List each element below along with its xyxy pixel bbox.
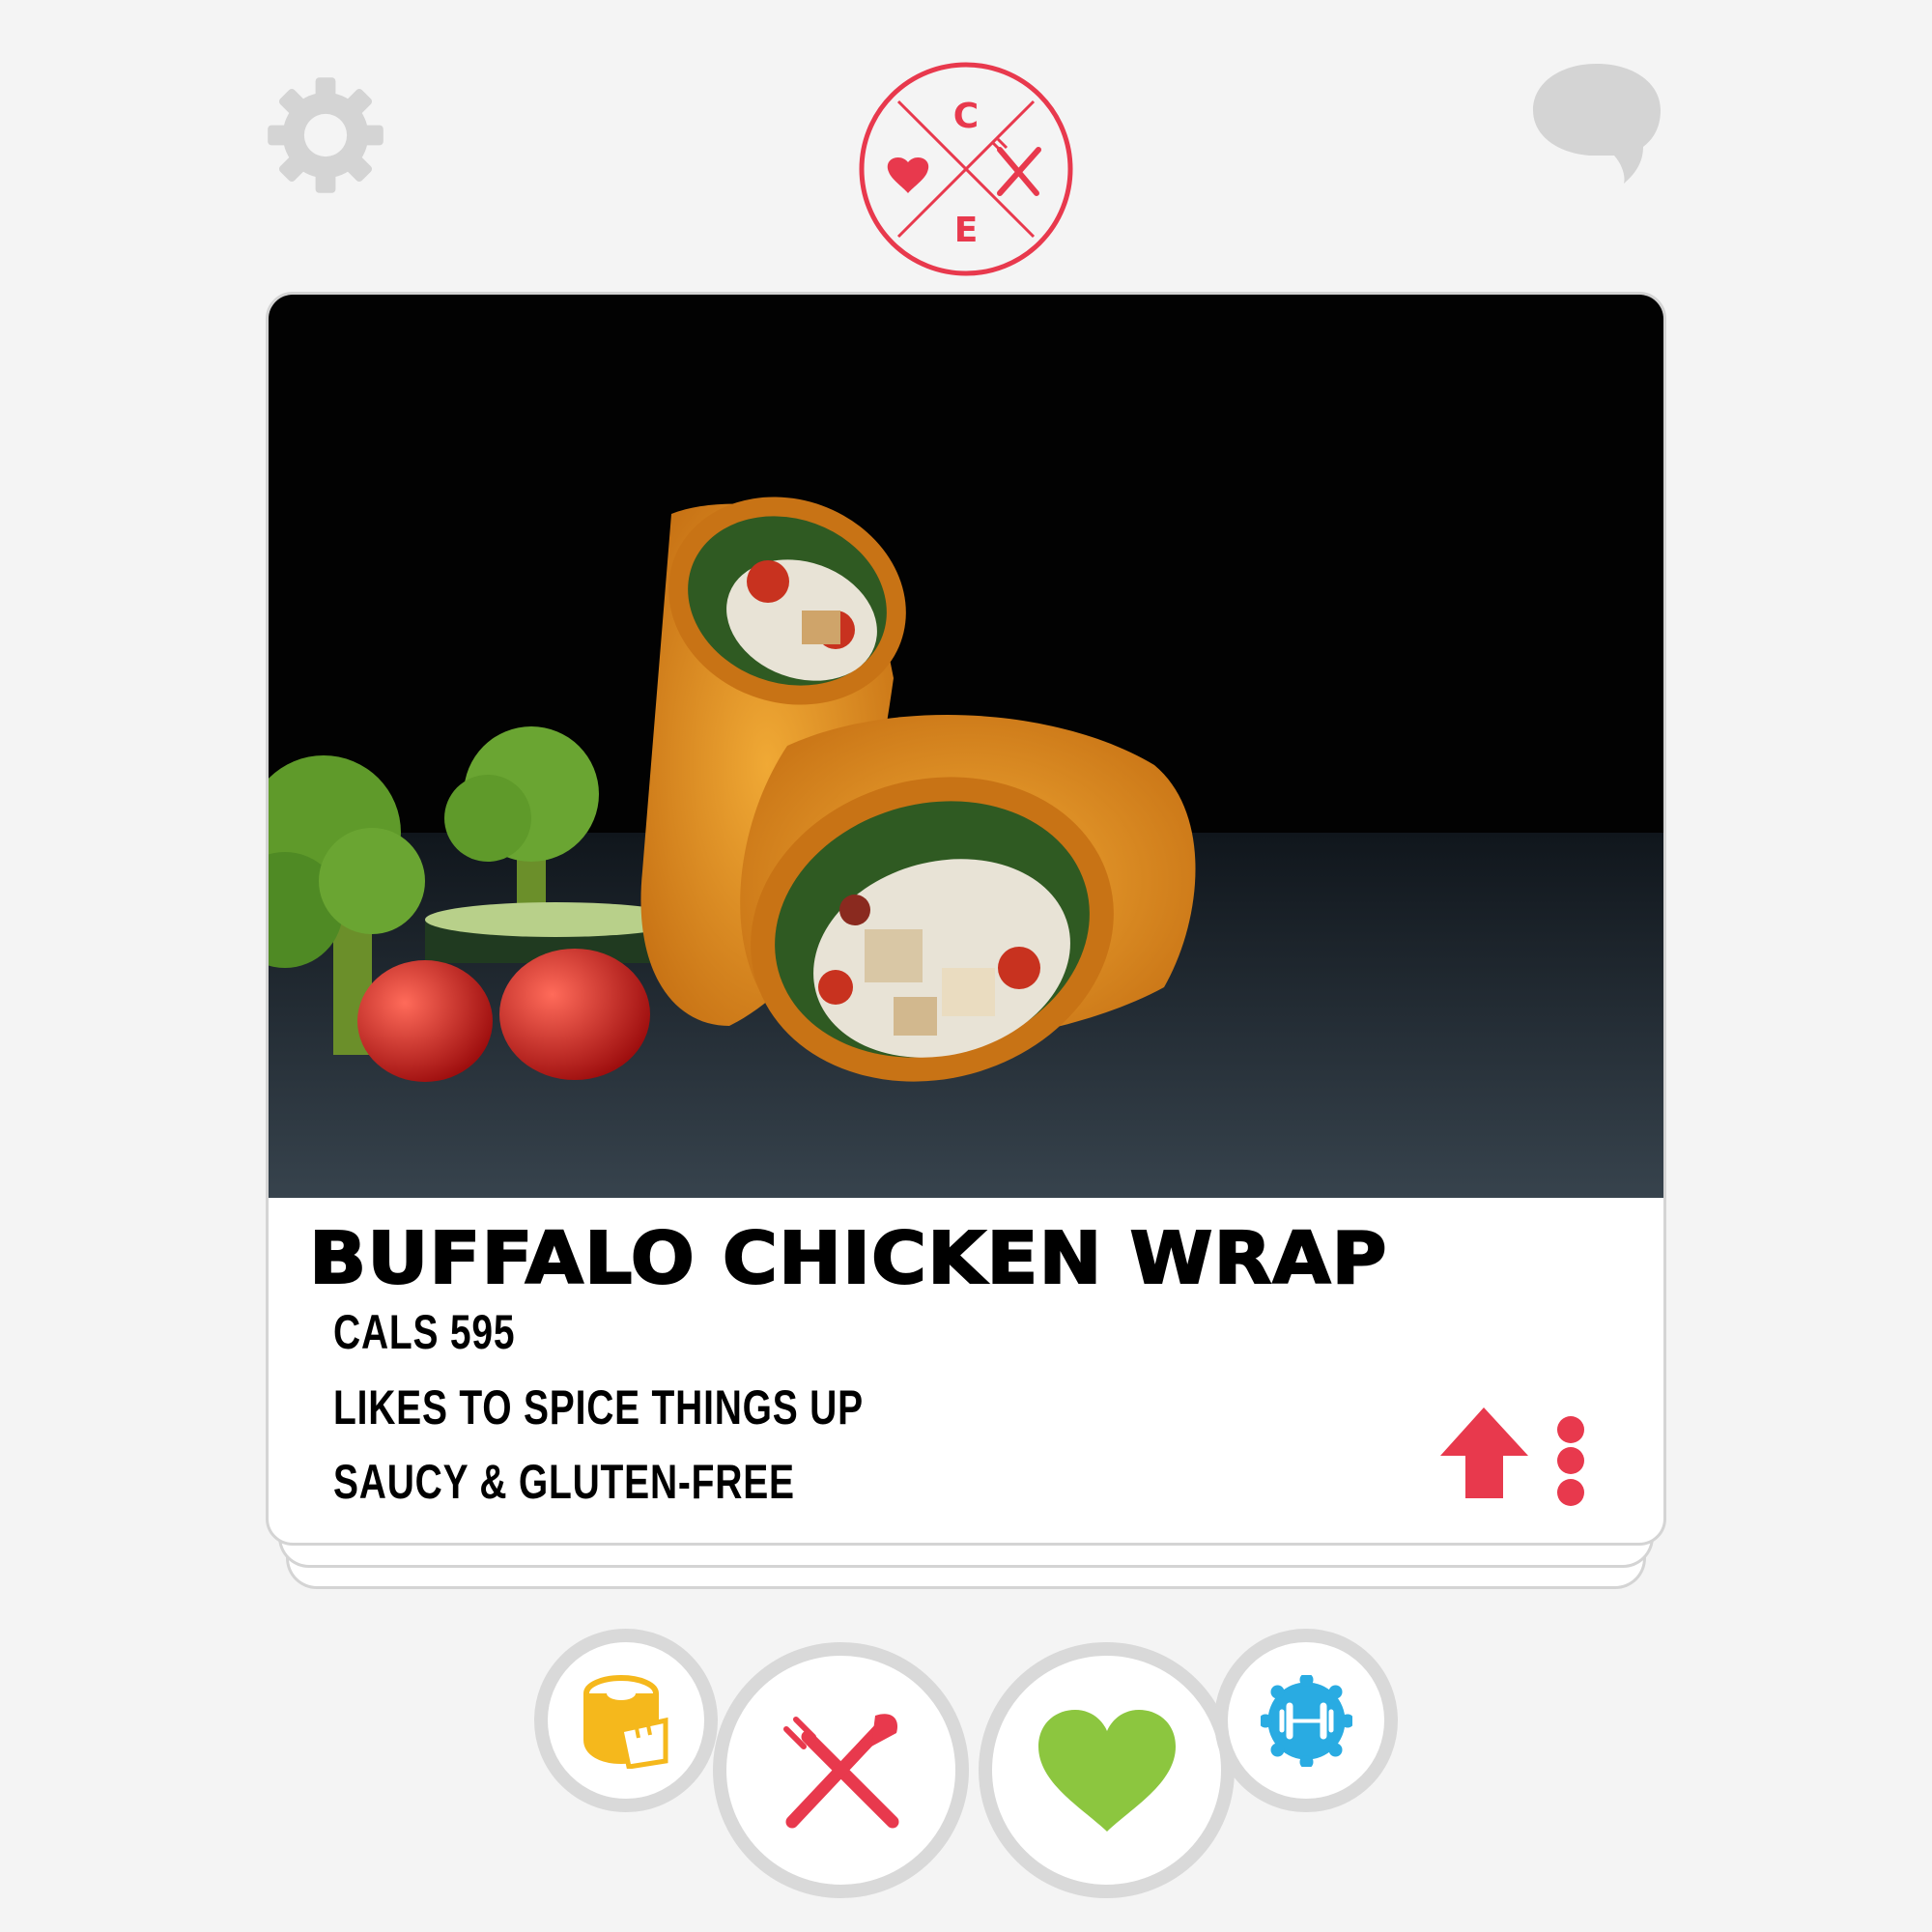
dumbbell-badge-icon [1260,1674,1352,1767]
measure-button[interactable] [534,1629,718,1812]
nope-button[interactable] [713,1642,969,1898]
like-button[interactable] [979,1642,1235,1898]
food-card[interactable]: BUFFALO CHICKEN WRAP CALS 595 LIKES TO S… [266,292,1666,1546]
more-vertical-icon[interactable] [1553,1415,1588,1507]
app-logo: C E [859,62,1073,276]
boost-button[interactable] [1214,1629,1398,1812]
gear-icon[interactable] [263,72,388,198]
logo-letter-bottom: E [954,211,979,250]
logo-letter-top: C [953,97,979,136]
food-photo [269,295,1663,1198]
up-arrow-icon[interactable] [1438,1406,1530,1500]
measuring-tape-icon [583,1675,668,1769]
logo-heart-icon [887,157,929,193]
heart-icon [1037,1709,1176,1832]
food-title: BUFFALO CHICKEN WRAP [308,1216,1388,1301]
food-fact: SAUCY & GLUTEN-FREE [333,1455,795,1509]
food-fact: LIKES TO SPICE THINGS UP [333,1380,864,1435]
chat-bubble-icon[interactable] [1529,58,1664,188]
fork-knife-cross-icon [782,1713,898,1828]
food-fact-calories: CALS 595 [333,1305,516,1359]
logo-fork-knife-icon [997,147,1041,196]
